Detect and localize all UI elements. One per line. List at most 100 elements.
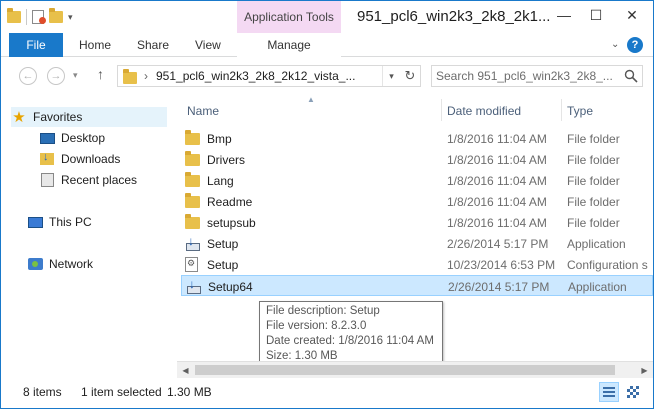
search-icon[interactable] bbox=[624, 69, 638, 83]
nav-item-network[interactable]: Network bbox=[27, 254, 93, 274]
downloads-icon bbox=[40, 151, 54, 165]
new-folder-icon[interactable] bbox=[49, 8, 63, 23]
file-name: setupsub bbox=[207, 215, 256, 230]
minimize-button[interactable]: — bbox=[551, 5, 577, 25]
title-bar: ▾ Application Tools 951_pcl6_win2k3_2k8_… bbox=[1, 1, 653, 33]
folder-icon bbox=[185, 150, 200, 166]
type-cell: File folder bbox=[567, 173, 620, 188]
scroll-right-icon[interactable]: ▶ bbox=[636, 362, 653, 378]
column-header-type[interactable]: Type bbox=[567, 101, 593, 121]
forward-button[interactable]: → bbox=[47, 67, 65, 85]
star-icon: ★ bbox=[12, 109, 26, 126]
nav-item-recent-places[interactable]: Recent places bbox=[39, 170, 137, 190]
status-bar: 8 items 1 item selected 1.30 MB bbox=[1, 378, 653, 408]
network-icon-wrap bbox=[27, 256, 43, 272]
chevron-right-icon[interactable]: › bbox=[144, 69, 148, 83]
network-icon bbox=[27, 258, 43, 270]
table-row[interactable]: ↓ Setup 2/26/2014 5:17 PM Application bbox=[181, 233, 653, 254]
table-row[interactable]: setupsub 1/8/2016 11:04 AM File folder bbox=[181, 212, 653, 233]
recent-locations-icon[interactable]: ▾ bbox=[73, 70, 78, 81]
type-cell: Configuration s bbox=[567, 257, 648, 272]
file-name: Lang bbox=[207, 173, 234, 188]
folder-icon bbox=[185, 129, 200, 145]
search-box[interactable] bbox=[431, 65, 643, 87]
expand-ribbon-icon[interactable]: ⌄ bbox=[611, 39, 619, 50]
item-count: 8 items bbox=[23, 385, 62, 399]
type-cell: File folder bbox=[567, 215, 620, 230]
ribbon-tabs: File Home Share View Manage ⌄ ? bbox=[1, 33, 653, 57]
type-cell: File folder bbox=[567, 152, 620, 167]
date-cell: 1/8/2016 11:04 AM bbox=[447, 194, 547, 209]
type-cell: File folder bbox=[567, 131, 620, 146]
tooltip-description: File description: Setup bbox=[266, 305, 380, 317]
tab-share[interactable]: Share bbox=[137, 33, 169, 57]
installer-icon: ↓ bbox=[185, 234, 201, 251]
details-view-button[interactable] bbox=[599, 382, 619, 402]
scrollbar-thumb[interactable] bbox=[195, 365, 615, 375]
folder-icon[interactable] bbox=[7, 8, 21, 23]
nav-item-desktop[interactable]: Desktop bbox=[39, 128, 105, 148]
date-cell: 2/26/2014 5:17 PM bbox=[447, 236, 549, 251]
column-header-date[interactable]: Date modified bbox=[447, 101, 521, 121]
back-button[interactable]: ← bbox=[19, 67, 37, 85]
refresh-button[interactable]: ↻ bbox=[400, 66, 420, 86]
table-row[interactable]: Drivers 1/8/2016 11:04 AM File folder bbox=[181, 149, 653, 170]
search-input[interactable] bbox=[436, 67, 616, 85]
file-name: Setup64 bbox=[208, 279, 253, 294]
name-cell: Drivers bbox=[185, 149, 441, 170]
nav-item-downloads[interactable]: Downloads bbox=[39, 149, 120, 169]
column-divider[interactable] bbox=[561, 99, 562, 121]
address-bar[interactable]: › 951_pcl6_win2k3_2k8_2k12_vista_... ▾ ↻ bbox=[117, 65, 421, 87]
close-button[interactable]: ✕ bbox=[613, 5, 651, 25]
application-tools-group: Application Tools bbox=[237, 1, 341, 33]
address-path[interactable]: 951_pcl6_win2k3_2k8_2k12_vista_... bbox=[156, 69, 368, 83]
name-cell: ↓ Setup64 bbox=[186, 276, 442, 297]
file-info-tooltip: File description: Setup File version: 8.… bbox=[259, 301, 443, 365]
tab-view[interactable]: View bbox=[195, 33, 221, 57]
customize-toolbar-icon[interactable]: ▾ bbox=[68, 12, 73, 23]
table-row[interactable]: Readme 1/8/2016 11:04 AM File folder bbox=[181, 191, 653, 212]
folder-icon bbox=[185, 171, 200, 187]
desktop-icon-wrap bbox=[39, 130, 55, 146]
table-row[interactable]: Bmp 1/8/2016 11:04 AM File folder bbox=[181, 128, 653, 149]
navigation-bar: ← → ▾ ↑ › 951_pcl6_win2k3_2k8_2k12_vista… bbox=[1, 58, 653, 94]
config-file-icon bbox=[185, 257, 198, 272]
recent-icon-wrap bbox=[39, 172, 55, 188]
folder-icon bbox=[123, 69, 137, 84]
nav-item-this-pc[interactable]: This PC bbox=[27, 212, 92, 232]
date-cell: 1/8/2016 11:04 AM bbox=[447, 152, 547, 167]
table-row[interactable]: Lang 1/8/2016 11:04 AM File folder bbox=[181, 170, 653, 191]
tab-home[interactable]: Home bbox=[79, 33, 111, 57]
address-dropdown-icon[interactable]: ▾ bbox=[382, 66, 400, 86]
properties-icon[interactable] bbox=[32, 10, 46, 24]
pc-icon-wrap bbox=[27, 214, 43, 230]
maximize-button[interactable]: ☐ bbox=[583, 5, 609, 25]
large-icons-view-button[interactable] bbox=[623, 382, 643, 402]
toolbar-separator bbox=[26, 9, 27, 25]
horizontal-scrollbar[interactable]: ◀ ▶ bbox=[177, 361, 653, 378]
table-row[interactable]: Setup 10/23/2014 6:53 PM Configuration s bbox=[181, 254, 653, 275]
name-cell: Setup bbox=[185, 254, 441, 275]
type-cell: File folder bbox=[567, 194, 620, 209]
up-button[interactable]: ↑ bbox=[97, 66, 104, 82]
nav-item-label: Favorites bbox=[33, 110, 83, 124]
date-cell: 2/26/2014 5:17 PM bbox=[448, 279, 550, 294]
column-header-name[interactable]: Name bbox=[187, 101, 219, 121]
nav-item-label: Desktop bbox=[61, 131, 106, 145]
date-cell: 1/8/2016 11:04 AM bbox=[447, 131, 547, 146]
table-row-selected[interactable]: ↓ Setup64 2/26/2014 5:17 PM Application bbox=[181, 275, 653, 296]
name-cell: ↓ Setup bbox=[185, 233, 441, 254]
file-name: Readme bbox=[207, 194, 253, 209]
folder-icon bbox=[185, 213, 200, 229]
sort-ascending-icon: ▲ bbox=[307, 95, 315, 104]
help-icon[interactable]: ? bbox=[627, 37, 643, 53]
column-divider[interactable] bbox=[441, 99, 442, 121]
tab-manage[interactable]: Manage bbox=[237, 33, 341, 57]
nav-item-favorites[interactable]: ★ Favorites bbox=[11, 107, 167, 127]
type-cell: Application bbox=[567, 236, 626, 251]
name-cell: setupsub bbox=[185, 212, 441, 233]
tab-file[interactable]: File bbox=[9, 33, 63, 57]
date-cell: 10/23/2014 6:53 PM bbox=[447, 257, 556, 272]
scroll-left-icon[interactable]: ◀ bbox=[177, 362, 194, 378]
name-cell: Lang bbox=[185, 170, 441, 191]
